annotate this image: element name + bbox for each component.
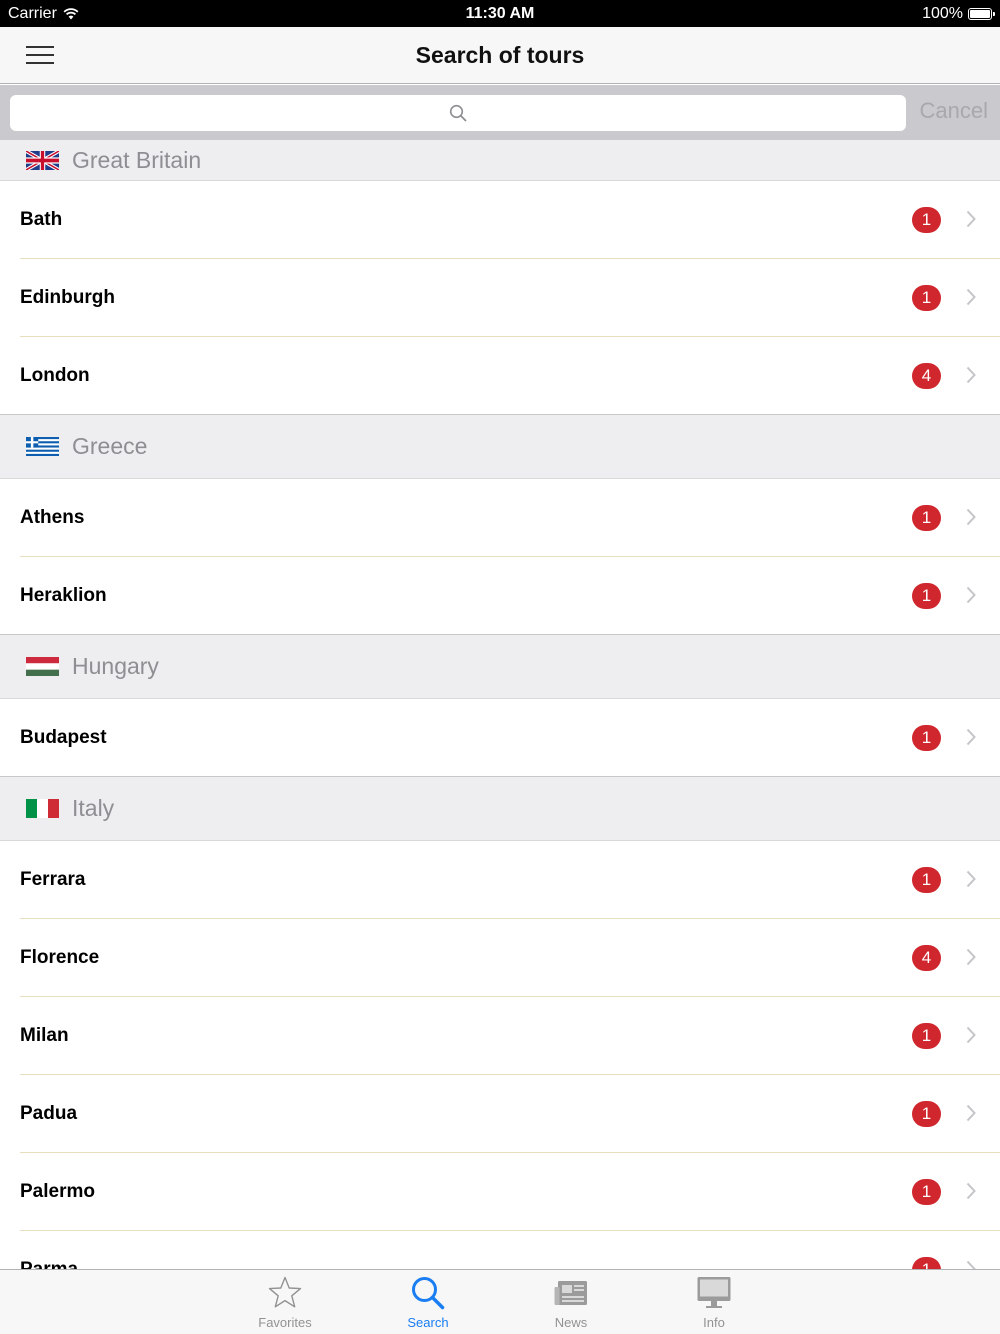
tour-count-badge: 1	[912, 1101, 941, 1127]
list-item-parma[interactable]: Parma 1	[0, 1231, 1000, 1269]
search-input[interactable]	[10, 95, 906, 131]
list-item-london[interactable]: London 4	[0, 337, 1000, 415]
section-header-italy: Italy	[0, 777, 1000, 841]
tour-count-badge: 1	[912, 725, 941, 751]
chevron-right-icon	[966, 728, 976, 746]
list-item-athens[interactable]: Athens 1	[0, 479, 1000, 557]
newspaper-icon	[554, 1281, 587, 1305]
list-item-ferrara[interactable]: Ferrara 1	[0, 841, 1000, 919]
list-item-palermo[interactable]: Palermo 1	[0, 1153, 1000, 1231]
city-label: Palermo	[20, 1181, 95, 1202]
hungary-flag-icon	[26, 657, 59, 676]
city-label: Parma	[20, 1259, 78, 1269]
status-bar: Carrier 11:30 AM 100%	[0, 0, 1000, 27]
chevron-right-icon	[966, 366, 976, 384]
section-title: Greece	[72, 433, 148, 459]
chevron-right-icon	[966, 870, 976, 888]
star-icon	[268, 1276, 302, 1308]
tour-count-badge: 4	[912, 945, 941, 971]
search-bar: Cancel	[0, 85, 1000, 140]
tab-label: Favorites	[258, 1315, 312, 1330]
chevron-right-icon	[966, 586, 976, 604]
tour-count-badge: 1	[912, 505, 941, 531]
section-title: Italy	[72, 795, 115, 821]
chevron-right-icon	[966, 1260, 976, 1269]
battery-icon	[968, 8, 995, 20]
section-title: Hungary	[72, 653, 159, 679]
list-item-milan[interactable]: Milan 1	[0, 997, 1000, 1075]
chevron-right-icon	[966, 1104, 976, 1122]
tab-label: Info	[703, 1315, 725, 1330]
tab-news[interactable]: News	[526, 1270, 616, 1334]
battery-indicator: 100%	[922, 5, 995, 23]
cancel-button[interactable]: Cancel	[920, 98, 988, 124]
tour-count-badge: 1	[912, 867, 941, 893]
search-field[interactable]	[10, 95, 906, 131]
tour-count-badge: 1	[912, 583, 941, 609]
section-title: Great Britain	[72, 146, 202, 173]
list-item-bath[interactable]: Bath 1	[0, 181, 1000, 259]
list-item-edinburgh[interactable]: Edinburgh 1	[0, 259, 1000, 337]
tour-count-badge: 1	[912, 1023, 941, 1049]
city-label: Athens	[20, 507, 85, 528]
chevron-right-icon	[966, 210, 976, 228]
city-label: Ferrara	[20, 869, 86, 890]
tab-bar: Favorites Search News Info	[0, 1269, 1000, 1334]
monitor-icon	[697, 1277, 731, 1308]
tour-count-badge: 1	[912, 1179, 941, 1205]
tab-favorites[interactable]: Favorites	[240, 1270, 330, 1334]
section-header-hungary: Hungary	[0, 635, 1000, 699]
tour-count-badge: 4	[912, 363, 941, 389]
list-item-budapest[interactable]: Budapest 1	[0, 699, 1000, 777]
tab-search[interactable]: Search	[383, 1270, 473, 1334]
city-label: Milan	[20, 1025, 69, 1046]
status-time: 11:30 AM	[465, 5, 535, 22]
battery-percent: 100%	[922, 5, 963, 22]
greece-flag-icon	[26, 437, 59, 456]
chevron-right-icon	[966, 508, 976, 526]
italy-flag-icon	[26, 799, 59, 818]
tab-info[interactable]: Info	[669, 1270, 759, 1334]
chevron-right-icon	[966, 1026, 976, 1044]
list-item-florence[interactable]: Florence 4	[0, 919, 1000, 997]
city-label: Bath	[20, 209, 63, 230]
section-header-greece: Greece	[0, 415, 1000, 479]
page-title: Search of tours	[415, 42, 585, 68]
chevron-right-icon	[966, 1182, 976, 1200]
tour-list[interactable]: Great Britain Bath 1 Edinburgh 1 London …	[0, 140, 1000, 1269]
navigation-bar: Search of tours	[0, 27, 1000, 84]
city-label: Florence	[20, 947, 100, 968]
city-label: Budapest	[20, 727, 107, 748]
tab-label: Search	[407, 1315, 449, 1330]
city-label: Edinburgh	[20, 287, 115, 308]
search-icon	[412, 1277, 445, 1310]
list-item-heraklion[interactable]: Heraklion 1	[0, 557, 1000, 635]
city-label: Padua	[20, 1103, 78, 1124]
tour-count-badge: 1	[912, 207, 941, 233]
tour-count-badge: 1	[912, 1257, 941, 1269]
section-header-great-britain: Great Britain	[0, 140, 1000, 181]
chevron-right-icon	[966, 948, 976, 966]
city-label: London	[20, 365, 90, 386]
uk-flag-icon	[26, 150, 59, 170]
tab-label: News	[554, 1315, 588, 1330]
city-label: Heraklion	[20, 585, 107, 606]
tour-count-badge: 1	[912, 285, 941, 311]
list-item-padua[interactable]: Padua 1	[0, 1075, 1000, 1153]
chevron-right-icon	[966, 288, 976, 306]
